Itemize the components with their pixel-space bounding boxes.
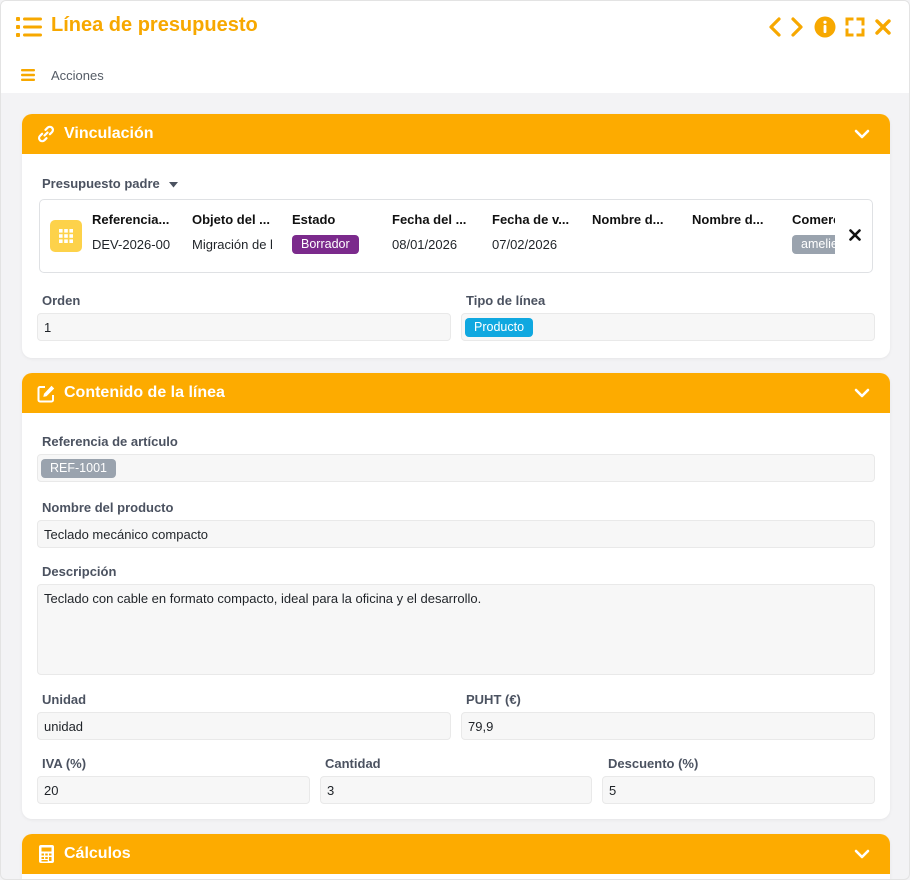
nombre-producto-label: Nombre del producto (42, 500, 174, 515)
card-col-header: Nombre d... (592, 212, 664, 227)
list-icon (16, 17, 42, 37)
card-col-reference: Referencia... DEV-2026-00 (92, 212, 180, 252)
table-icon (50, 220, 82, 252)
parent-budget-label: Presupuesto padre (42, 176, 160, 191)
ref-articulo-field[interactable]: REF-1001 (37, 454, 875, 482)
descripcion-label: Descripción (42, 564, 117, 579)
tipo-linea-badge: Producto (465, 318, 534, 337)
parent-budget-toggle[interactable]: Presupuesto padre (42, 176, 179, 191)
descuento-label: Descuento (%) (608, 756, 699, 771)
expand-icon (845, 17, 865, 37)
panel-calculos-header[interactable]: Cálculos (22, 834, 890, 874)
card-col-header: Estado (292, 212, 336, 227)
chevron-down-icon (854, 129, 870, 139)
panel-vinculacion-title: Vinculación (64, 125, 154, 142)
panel-calculos-title: Cálculos (64, 845, 131, 862)
next-record-button[interactable] (785, 15, 809, 39)
cantidad-label: Cantidad (325, 756, 381, 771)
close-window-button[interactable] (871, 15, 895, 39)
window-header: Línea de presupuesto Acciones (1, 1, 909, 93)
info-icon (814, 16, 836, 38)
ref-articulo-badge: REF-1001 (41, 459, 116, 478)
orden-value: 1 (44, 320, 52, 335)
panel-contenido: Contenido de la línea Referencia de artí… (22, 373, 890, 819)
orden-field[interactable]: 1 (37, 313, 451, 341)
status-badge: Borrador (292, 235, 359, 254)
card-col-value: 08/01/2026 (392, 237, 458, 252)
close-icon (875, 19, 891, 35)
cantidad-value: 3 (327, 783, 335, 798)
link-icon (36, 124, 56, 144)
card-col-date: Fecha del ... 08/01/2026 (392, 212, 480, 252)
descuento-field[interactable]: 5 (602, 776, 875, 804)
card-col-value: Migración de l (192, 237, 273, 252)
ref-articulo-label: Referencia de artículo (42, 434, 178, 449)
actions-label: Acciones (51, 67, 104, 83)
panel-calculos: Cálculos (22, 834, 890, 879)
unidad-label: Unidad (42, 692, 87, 707)
card-col-salesperson: Comerc amelie (792, 212, 835, 254)
puht-label: PUHT (€) (466, 692, 521, 707)
caret-down-icon (169, 181, 179, 188)
orden-label: Orden (42, 293, 81, 308)
card-col-header: Comerc (792, 212, 835, 227)
descripcion-textarea[interactable]: Teclado con cable en formato compacto, i… (37, 584, 875, 675)
actions-menu-button[interactable]: Acciones (21, 65, 104, 85)
parent-budget-card[interactable]: Referencia... DEV-2026-00 Objeto del ...… (39, 199, 873, 273)
record-window: Línea de presupuesto Acciones Vinculació… (0, 0, 910, 880)
close-icon (849, 229, 861, 241)
card-col-header: Referencia... (92, 212, 170, 227)
chevron-right-icon (791, 17, 803, 37)
card-col-contact: Nombre d... (692, 212, 780, 237)
nombre-producto-value: Teclado mecánico compacto (44, 527, 209, 542)
tipo-linea-field[interactable]: Producto (461, 313, 875, 341)
nombre-producto-field[interactable]: Teclado mecánico compacto (37, 520, 875, 548)
edit-icon (36, 383, 56, 403)
salesperson-badge: amelie (792, 235, 835, 254)
cantidad-field[interactable]: 3 (320, 776, 592, 804)
panel-contenido-header[interactable]: Contenido de la línea (22, 373, 890, 413)
descripcion-value: Teclado con cable en formato compacto, i… (44, 591, 482, 606)
puht-field[interactable]: 79,9 (461, 712, 875, 740)
iva-label: IVA (%) (42, 756, 87, 771)
card-col-client: Nombre d... (592, 212, 680, 237)
calculator-icon (36, 844, 56, 864)
chevron-down-icon (854, 388, 870, 398)
card-col-header: Fecha del ... (392, 212, 467, 227)
card-col-value: DEV-2026-00 (92, 237, 171, 252)
page-title: Línea de presupuesto (51, 14, 258, 36)
card-col-value: 07/02/2026 (492, 237, 558, 252)
tipo-linea-label: Tipo de línea (466, 293, 546, 308)
card-col-header: Objeto del ... (192, 212, 271, 227)
previous-record-button[interactable] (763, 15, 787, 39)
card-col-header: Nombre d... (692, 212, 764, 227)
unidad-field[interactable]: unidad (37, 712, 451, 740)
iva-field[interactable]: 20 (37, 776, 310, 804)
unidad-value: unidad (44, 719, 84, 734)
info-button[interactable] (813, 15, 837, 39)
menu-icon (21, 69, 35, 81)
panel-vinculacion: Vinculación Presupuesto padre Referencia… (22, 114, 890, 358)
panel-contenido-title: Contenido de la línea (64, 384, 225, 401)
card-col-object: Objeto del ... Migración de l (192, 212, 280, 252)
card-col-header: Fecha de v... (492, 212, 570, 227)
descuento-value: 5 (609, 783, 617, 798)
chevron-left-icon (769, 17, 781, 37)
card-col-validity: Fecha de v... 07/02/2026 (492, 212, 580, 252)
card-col-status: Estado Borrador (292, 212, 380, 254)
chevron-down-icon (854, 849, 870, 859)
expand-button[interactable] (843, 15, 867, 39)
iva-value: 20 (44, 783, 59, 798)
panel-vinculacion-header[interactable]: Vinculación (22, 114, 890, 154)
puht-value: 79,9 (468, 719, 494, 734)
unlink-button[interactable] (846, 226, 864, 244)
